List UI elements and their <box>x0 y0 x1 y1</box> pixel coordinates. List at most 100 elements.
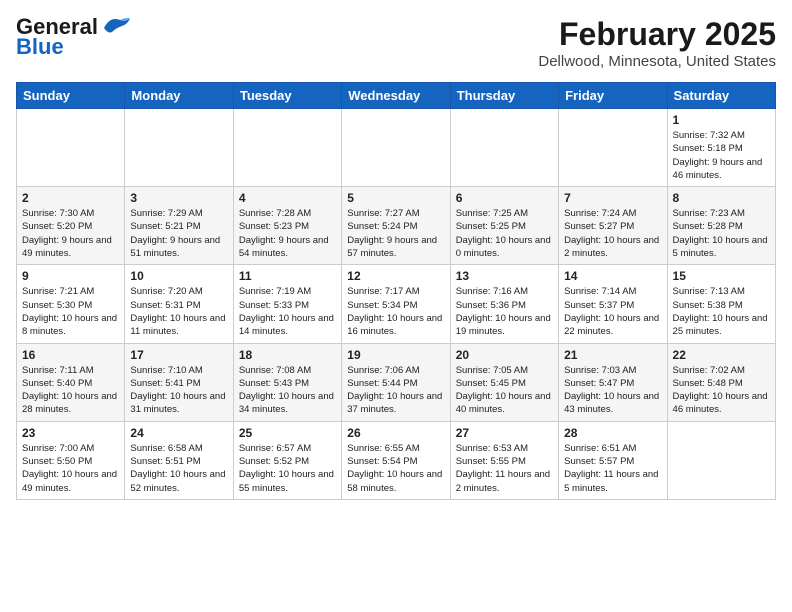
calendar-cell <box>17 109 125 187</box>
day-number: 15 <box>673 269 770 283</box>
subtitle: Dellwood, Minnesota, United States <box>538 53 776 70</box>
day-number: 17 <box>130 348 227 362</box>
page-header: General Blue February 2025 Dellwood, Min… <box>16 16 776 70</box>
day-info: Sunrise: 6:57 AM Sunset: 5:52 PM Dayligh… <box>239 442 336 495</box>
week-row-2: 2 Sunrise: 7:30 AM Sunset: 5:20 PM Daylig… <box>17 187 776 265</box>
day-info: Sunrise: 7:02 AM Sunset: 5:48 PM Dayligh… <box>673 364 770 417</box>
day-number: 7 <box>564 191 661 205</box>
day-number: 13 <box>456 269 553 283</box>
day-info: Sunrise: 6:55 AM Sunset: 5:54 PM Dayligh… <box>347 442 444 495</box>
calendar-cell: 25Sunrise: 6:57 AM Sunset: 5:52 PM Dayli… <box>233 421 341 499</box>
logo: General Blue <box>16 16 132 58</box>
calendar-cell <box>233 109 341 187</box>
day-number: 14 <box>564 269 661 283</box>
calendar-cell: 6 Sunrise: 7:25 AM Sunset: 5:25 PM Daylig… <box>450 187 558 265</box>
day-number: 6 <box>456 191 553 205</box>
day-info: Sunrise: 7:21 AM Sunset: 5:30 PM Dayligh… <box>22 285 119 338</box>
weekday-header-row: SundayMondayTuesdayWednesdayThursdayFrid… <box>17 83 776 109</box>
weekday-header-friday: Friday <box>559 83 667 109</box>
day-info: Sunrise: 7:16 AM Sunset: 5:36 PM Dayligh… <box>456 285 553 338</box>
day-number: 23 <box>22 426 119 440</box>
calendar-cell: 13 Sunrise: 7:16 AM Sunset: 5:36 PM Dayli… <box>450 265 558 343</box>
calendar-cell: 14 Sunrise: 7:14 AM Sunset: 5:37 PM Dayli… <box>559 265 667 343</box>
day-number: 28 <box>564 426 661 440</box>
calendar-cell: 20 Sunrise: 7:05 AM Sunset: 5:45 PM Dayli… <box>450 343 558 421</box>
day-number: 1 <box>673 113 770 127</box>
calendar-cell: 11 Sunrise: 7:19 AM Sunset: 5:33 PM Dayli… <box>233 265 341 343</box>
calendar-cell: 21 Sunrise: 7:03 AM Sunset: 5:47 PM Dayli… <box>559 343 667 421</box>
title-block: February 2025 Dellwood, Minnesota, Unite… <box>538 16 776 70</box>
day-number: 21 <box>564 348 661 362</box>
day-number: 22 <box>673 348 770 362</box>
day-info: Sunrise: 7:06 AM Sunset: 5:44 PM Dayligh… <box>347 364 444 417</box>
day-info: Sunrise: 6:58 AM Sunset: 5:51 PM Dayligh… <box>130 442 227 495</box>
day-info: Sunrise: 7:32 AM Sunset: 5:18 PM Dayligh… <box>673 129 770 182</box>
calendar-cell <box>342 109 450 187</box>
logo-bird-icon <box>100 14 132 36</box>
week-row-3: 9 Sunrise: 7:21 AM Sunset: 5:30 PM Daylig… <box>17 265 776 343</box>
calendar-cell: 7 Sunrise: 7:24 AM Sunset: 5:27 PM Daylig… <box>559 187 667 265</box>
calendar-cell: 5 Sunrise: 7:27 AM Sunset: 5:24 PM Daylig… <box>342 187 450 265</box>
day-info: Sunrise: 7:25 AM Sunset: 5:25 PM Dayligh… <box>456 207 553 260</box>
day-info: Sunrise: 6:51 AM Sunset: 5:57 PM Dayligh… <box>564 442 661 495</box>
calendar-cell <box>667 421 775 499</box>
day-info: Sunrise: 7:19 AM Sunset: 5:33 PM Dayligh… <box>239 285 336 338</box>
day-info: Sunrise: 7:03 AM Sunset: 5:47 PM Dayligh… <box>564 364 661 417</box>
day-number: 19 <box>347 348 444 362</box>
calendar-cell <box>125 109 233 187</box>
day-number: 9 <box>22 269 119 283</box>
day-info: Sunrise: 7:24 AM Sunset: 5:27 PM Dayligh… <box>564 207 661 260</box>
day-number: 4 <box>239 191 336 205</box>
calendar-cell: 15 Sunrise: 7:13 AM Sunset: 5:38 PM Dayli… <box>667 265 775 343</box>
day-number: 18 <box>239 348 336 362</box>
day-info: Sunrise: 7:29 AM Sunset: 5:21 PM Dayligh… <box>130 207 227 260</box>
calendar-cell <box>450 109 558 187</box>
calendar-cell: 10 Sunrise: 7:20 AM Sunset: 5:31 PM Dayli… <box>125 265 233 343</box>
weekday-header-saturday: Saturday <box>667 83 775 109</box>
day-info: Sunrise: 7:05 AM Sunset: 5:45 PM Dayligh… <box>456 364 553 417</box>
calendar-cell: 19 Sunrise: 7:06 AM Sunset: 5:44 PM Dayli… <box>342 343 450 421</box>
day-info: Sunrise: 6:53 AM Sunset: 5:55 PM Dayligh… <box>456 442 553 495</box>
calendar-cell: 26Sunrise: 6:55 AM Sunset: 5:54 PM Dayli… <box>342 421 450 499</box>
week-row-5: 23 Sunrise: 7:00 AM Sunset: 5:50 PM Dayli… <box>17 421 776 499</box>
day-info: Sunrise: 7:30 AM Sunset: 5:20 PM Dayligh… <box>22 207 119 260</box>
day-info: Sunrise: 7:11 AM Sunset: 5:40 PM Dayligh… <box>22 364 119 417</box>
calendar-cell: 8Sunrise: 7:23 AM Sunset: 5:28 PM Daylig… <box>667 187 775 265</box>
weekday-header-sunday: Sunday <box>17 83 125 109</box>
calendar-cell: 12 Sunrise: 7:17 AM Sunset: 5:34 PM Dayli… <box>342 265 450 343</box>
day-number: 10 <box>130 269 227 283</box>
calendar-cell <box>559 109 667 187</box>
day-number: 27 <box>456 426 553 440</box>
day-number: 8 <box>673 191 770 205</box>
day-info: Sunrise: 7:28 AM Sunset: 5:23 PM Dayligh… <box>239 207 336 260</box>
day-info: Sunrise: 7:13 AM Sunset: 5:38 PM Dayligh… <box>673 285 770 338</box>
day-info: Sunrise: 7:14 AM Sunset: 5:37 PM Dayligh… <box>564 285 661 338</box>
calendar-cell: 28 Sunrise: 6:51 AM Sunset: 5:57 PM Dayli… <box>559 421 667 499</box>
day-number: 11 <box>239 269 336 283</box>
weekday-header-tuesday: Tuesday <box>233 83 341 109</box>
calendar-cell: 1 Sunrise: 7:32 AM Sunset: 5:18 PM Daylig… <box>667 109 775 187</box>
weekday-header-monday: Monday <box>125 83 233 109</box>
day-info: Sunrise: 7:00 AM Sunset: 5:50 PM Dayligh… <box>22 442 119 495</box>
day-number: 20 <box>456 348 553 362</box>
calendar-cell: 2 Sunrise: 7:30 AM Sunset: 5:20 PM Daylig… <box>17 187 125 265</box>
calendar-cell: 9 Sunrise: 7:21 AM Sunset: 5:30 PM Daylig… <box>17 265 125 343</box>
weekday-header-wednesday: Wednesday <box>342 83 450 109</box>
day-info: Sunrise: 7:17 AM Sunset: 5:34 PM Dayligh… <box>347 285 444 338</box>
day-number: 5 <box>347 191 444 205</box>
main-title: February 2025 <box>538 16 776 53</box>
calendar-cell: 4 Sunrise: 7:28 AM Sunset: 5:23 PM Daylig… <box>233 187 341 265</box>
day-number: 3 <box>130 191 227 205</box>
calendar-cell: 22 Sunrise: 7:02 AM Sunset: 5:48 PM Dayli… <box>667 343 775 421</box>
day-info: Sunrise: 7:27 AM Sunset: 5:24 PM Dayligh… <box>347 207 444 260</box>
calendar-cell: 23 Sunrise: 7:00 AM Sunset: 5:50 PM Dayli… <box>17 421 125 499</box>
day-number: 2 <box>22 191 119 205</box>
calendar-table: SundayMondayTuesdayWednesdayThursdayFrid… <box>16 82 776 500</box>
calendar-cell: 17Sunrise: 7:10 AM Sunset: 5:41 PM Dayli… <box>125 343 233 421</box>
day-info: Sunrise: 7:20 AM Sunset: 5:31 PM Dayligh… <box>130 285 227 338</box>
week-row-1: 1 Sunrise: 7:32 AM Sunset: 5:18 PM Daylig… <box>17 109 776 187</box>
calendar-cell: 27 Sunrise: 6:53 AM Sunset: 5:55 PM Dayli… <box>450 421 558 499</box>
day-number: 12 <box>347 269 444 283</box>
day-number: 16 <box>22 348 119 362</box>
calendar-cell: 24Sunrise: 6:58 AM Sunset: 5:51 PM Dayli… <box>125 421 233 499</box>
